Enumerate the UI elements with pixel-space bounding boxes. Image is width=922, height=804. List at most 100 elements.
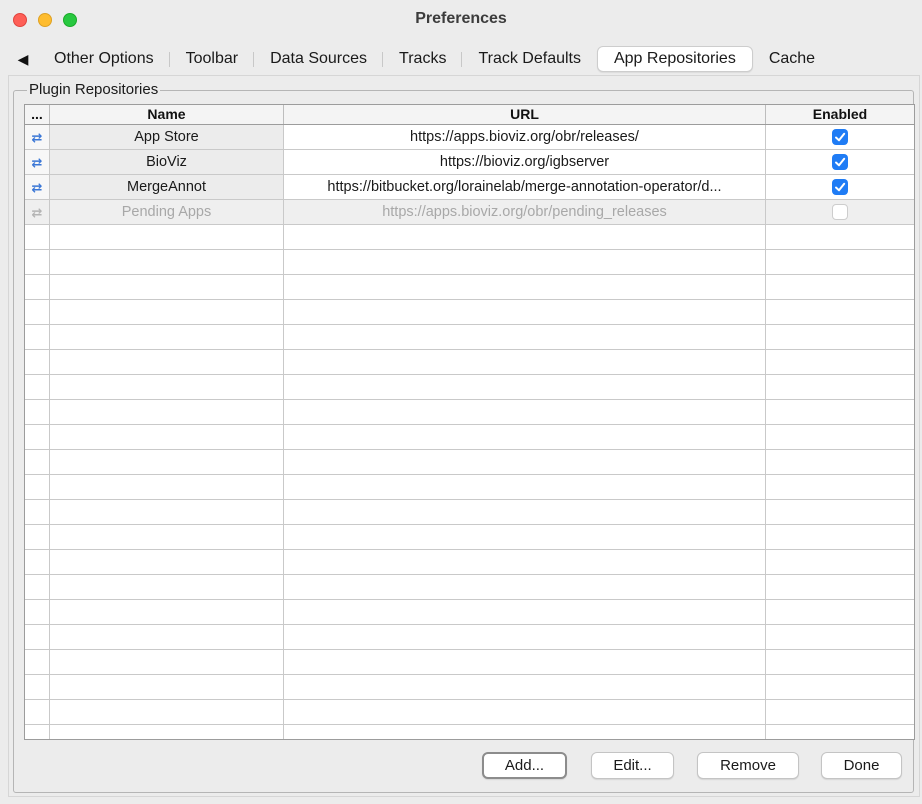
- empty-cell: [284, 450, 766, 474]
- empty-cell: [50, 525, 284, 549]
- repository-name[interactable]: BioViz: [50, 150, 284, 174]
- empty-table-row: [25, 325, 914, 350]
- enabled-checkbox[interactable]: [832, 179, 848, 195]
- empty-cell: [766, 675, 914, 699]
- enabled-checkbox[interactable]: [832, 204, 848, 220]
- empty-cell: [50, 675, 284, 699]
- enabled-cell: [766, 150, 914, 174]
- repository-url[interactable]: https://bioviz.org/igbserver: [284, 150, 766, 174]
- tab-scroll-left-icon[interactable]: ◀: [8, 46, 38, 72]
- empty-table-row: [25, 600, 914, 625]
- empty-cell: [766, 725, 914, 739]
- empty-cell: [766, 700, 914, 724]
- empty-cell: [284, 225, 766, 249]
- empty-cell: [25, 700, 50, 724]
- empty-table-row: [25, 700, 914, 725]
- table-row[interactable]: ⇄ Pending Apps https://apps.bioviz.org/o…: [25, 200, 914, 225]
- empty-cell: [284, 300, 766, 324]
- enabled-cell: [766, 125, 914, 149]
- tab-other-options[interactable]: Other Options: [38, 46, 170, 72]
- empty-cell: [766, 600, 914, 624]
- empty-cell: [766, 375, 914, 399]
- refresh-icon[interactable]: ⇄: [25, 175, 50, 199]
- empty-cell: [25, 500, 50, 524]
- empty-cell: [766, 350, 914, 374]
- empty-cell: [25, 625, 50, 649]
- tab-track-defaults[interactable]: Track Defaults: [462, 46, 597, 72]
- tab-tracks[interactable]: Tracks: [383, 46, 463, 72]
- done-button[interactable]: Done: [821, 752, 902, 779]
- tab-cache[interactable]: Cache: [753, 46, 831, 72]
- empty-cell: [284, 700, 766, 724]
- empty-cell: [50, 225, 284, 249]
- add-button[interactable]: Add...: [482, 752, 567, 779]
- empty-cell: [284, 500, 766, 524]
- empty-cell: [766, 550, 914, 574]
- repository-url[interactable]: https://bitbucket.org/lorainelab/merge-a…: [284, 175, 766, 199]
- empty-table-row: [25, 400, 914, 425]
- repository-url[interactable]: https://apps.bioviz.org/obr/releases/: [284, 125, 766, 149]
- empty-cell: [25, 450, 50, 474]
- empty-cell: [284, 550, 766, 574]
- empty-cell: [284, 575, 766, 599]
- empty-cell: [766, 400, 914, 424]
- empty-cell: [25, 725, 50, 739]
- empty-table-row: [25, 450, 914, 475]
- empty-cell: [50, 475, 284, 499]
- table-row[interactable]: ⇄ MergeAnnot https://bitbucket.org/lorai…: [25, 175, 914, 200]
- empty-table-row: [25, 425, 914, 450]
- empty-cell: [50, 550, 284, 574]
- empty-cell: [25, 675, 50, 699]
- table-row[interactable]: ⇄ BioViz https://bioviz.org/igbserver: [25, 150, 914, 175]
- refresh-icon[interactable]: ⇄: [25, 200, 50, 224]
- empty-cell: [25, 550, 50, 574]
- empty-cell: [284, 325, 766, 349]
- refresh-icon[interactable]: ⇄: [25, 125, 50, 149]
- empty-cell: [25, 575, 50, 599]
- column-header-icon[interactable]: ...: [25, 105, 50, 124]
- column-header-url[interactable]: URL: [284, 105, 766, 124]
- repository-name[interactable]: Pending Apps: [50, 200, 284, 224]
- empty-cell: [284, 600, 766, 624]
- tab-app-repositories[interactable]: App Repositories: [596, 46, 753, 72]
- tab-data-sources[interactable]: Data Sources: [254, 46, 383, 72]
- empty-cell: [766, 450, 914, 474]
- empty-table-row: [25, 275, 914, 300]
- empty-cell: [50, 600, 284, 624]
- repository-name[interactable]: MergeAnnot: [50, 175, 284, 199]
- empty-table-row: [25, 225, 914, 250]
- empty-cell: [50, 725, 284, 739]
- empty-cell: [284, 350, 766, 374]
- empty-cell: [25, 600, 50, 624]
- empty-table-row: [25, 375, 914, 400]
- edit-button[interactable]: Edit...: [591, 752, 674, 779]
- remove-button[interactable]: Remove: [697, 752, 799, 779]
- repository-url[interactable]: https://apps.bioviz.org/obr/pending_rele…: [284, 200, 766, 224]
- empty-cell: [284, 425, 766, 449]
- empty-cell: [284, 475, 766, 499]
- empty-cell: [766, 500, 914, 524]
- enabled-cell: [766, 200, 914, 224]
- empty-cell: [50, 300, 284, 324]
- empty-cell: [25, 475, 50, 499]
- empty-cell: [284, 675, 766, 699]
- repository-name[interactable]: App Store: [50, 125, 284, 149]
- empty-table-row: [25, 550, 914, 575]
- empty-table-row: [25, 250, 914, 275]
- column-header-enabled[interactable]: Enabled: [766, 105, 914, 124]
- enabled-checkbox[interactable]: [832, 154, 848, 170]
- refresh-icon[interactable]: ⇄: [25, 150, 50, 174]
- enabled-checkbox[interactable]: [832, 129, 848, 145]
- tab-toolbar[interactable]: Toolbar: [170, 46, 255, 72]
- table-row[interactable]: ⇄ App Store https://apps.bioviz.org/obr/…: [25, 125, 914, 150]
- empty-table-row: [25, 300, 914, 325]
- empty-cell: [766, 225, 914, 249]
- empty-cell: [766, 425, 914, 449]
- empty-table-row: [25, 475, 914, 500]
- empty-cell: [50, 700, 284, 724]
- column-header-name[interactable]: Name: [50, 105, 284, 124]
- empty-cell: [284, 250, 766, 274]
- empty-cell: [50, 575, 284, 599]
- empty-cell: [766, 650, 914, 674]
- empty-cell: [25, 275, 50, 299]
